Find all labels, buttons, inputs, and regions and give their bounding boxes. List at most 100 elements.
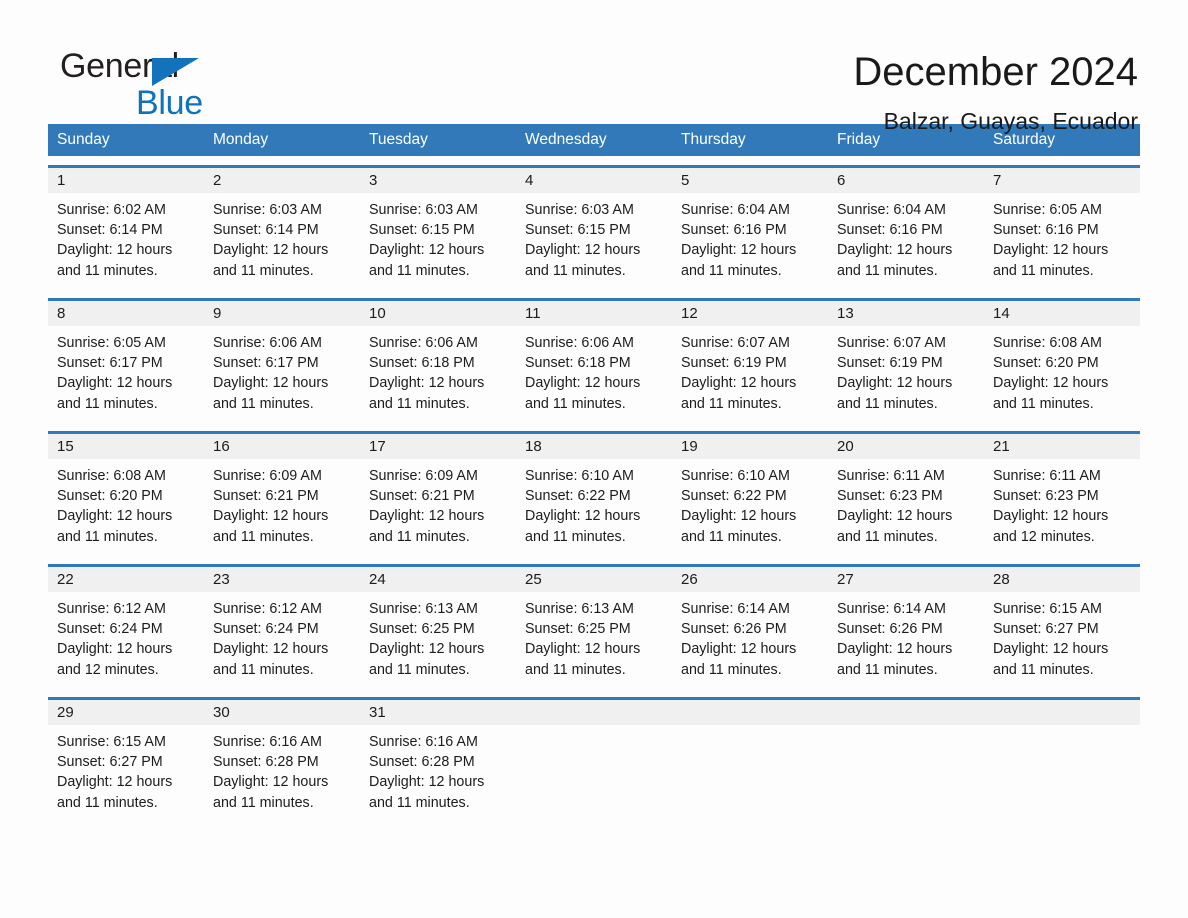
day-details: Sunrise: 6:03 AM Sunset: 6:15 PM Dayligh… [360,193,516,281]
day-cell[interactable]: 24 Sunrise: 6:13 AM Sunset: 6:25 PM Dayl… [360,567,516,688]
day-number-band: 26 [672,567,828,592]
daylight-text-line2: and 11 minutes. [213,661,314,678]
day-cell[interactable]: 3 Sunrise: 6:03 AM Sunset: 6:15 PM Dayli… [360,168,516,289]
day-number-band: 14 [984,301,1140,326]
day-cell[interactable]: 26 Sunrise: 6:14 AM Sunset: 6:26 PM Dayl… [672,567,828,688]
day-cell-empty [828,700,984,821]
sunrise-text: Sunrise: 6:05 AM [57,335,166,351]
day-cell[interactable]: 10 Sunrise: 6:06 AM Sunset: 6:18 PM Dayl… [360,301,516,422]
day-details: Sunrise: 6:12 AM Sunset: 6:24 PM Dayligh… [48,592,204,680]
day-details: Sunrise: 6:10 AM Sunset: 6:22 PM Dayligh… [672,459,828,547]
day-cell[interactable]: 8 Sunrise: 6:05 AM Sunset: 6:17 PM Dayli… [48,301,204,422]
day-cell[interactable]: 12 Sunrise: 6:07 AM Sunset: 6:19 PM Dayl… [672,301,828,422]
day-cell[interactable]: 29 Sunrise: 6:15 AM Sunset: 6:27 PM Dayl… [48,700,204,821]
daylight-text-line1: Daylight: 12 hours [369,641,485,658]
day-number [672,704,681,721]
day-cell[interactable]: 6 Sunrise: 6:04 AM Sunset: 6:16 PM Dayli… [828,168,984,289]
day-cell[interactable]: 31 Sunrise: 6:16 AM Sunset: 6:28 PM Dayl… [360,700,516,821]
daylight-text-line1: Daylight: 12 hours [57,774,173,791]
day-number-band: 11 [516,301,672,326]
day-cell[interactable]: 27 Sunrise: 6:14 AM Sunset: 6:26 PM Dayl… [828,567,984,688]
day-cell[interactable]: 7 Sunrise: 6:05 AM Sunset: 6:16 PM Dayli… [984,168,1140,289]
generalblue-logo[interactable]: General Blue [57,46,257,124]
daylight-text-line2: and 11 minutes. [57,794,158,811]
day-cell[interactable]: 15 Sunrise: 6:08 AM Sunset: 6:20 PM Dayl… [48,434,204,555]
daylight-text-line2: and 11 minutes. [57,262,158,279]
day-cell[interactable]: 4 Sunrise: 6:03 AM Sunset: 6:15 PM Dayli… [516,168,672,289]
day-number-band: 29 [48,700,204,725]
daylight-text-line1: Daylight: 12 hours [525,508,641,525]
daylight-text-line2: and 11 minutes. [993,661,1094,678]
sunrise-text: Sunrise: 6:03 AM [369,202,478,218]
day-cell[interactable]: 22 Sunrise: 6:12 AM Sunset: 6:24 PM Dayl… [48,567,204,688]
day-cell[interactable]: 2 Sunrise: 6:03 AM Sunset: 6:14 PM Dayli… [204,168,360,289]
day-cell[interactable]: 25 Sunrise: 6:13 AM Sunset: 6:25 PM Dayl… [516,567,672,688]
sunset-text: Sunset: 6:14 PM [57,222,163,239]
day-cell[interactable]: 11 Sunrise: 6:06 AM Sunset: 6:18 PM Dayl… [516,301,672,422]
daylight-text-line1: Daylight: 12 hours [525,641,641,658]
day-cell[interactable]: 20 Sunrise: 6:11 AM Sunset: 6:23 PM Dayl… [828,434,984,555]
sunrise-text: Sunrise: 6:11 AM [993,468,1101,484]
day-cell[interactable]: 1 Sunrise: 6:02 AM Sunset: 6:14 PM Dayli… [48,168,204,289]
day-cell[interactable]: 14 Sunrise: 6:08 AM Sunset: 6:20 PM Dayl… [984,301,1140,422]
day-number-band: 27 [828,567,984,592]
sunset-text: Sunset: 6:17 PM [213,355,319,372]
daylight-text-line1: Daylight: 12 hours [993,242,1109,259]
day-number: 17 [369,438,386,455]
daylight-text-line2: and 11 minutes. [681,262,782,279]
daylight-text-line1: Daylight: 12 hours [213,508,329,525]
day-number-band: 2 [204,168,360,193]
sunrise-text: Sunrise: 6:07 AM [837,335,946,351]
day-number: 30 [213,704,230,721]
day-cell[interactable]: 5 Sunrise: 6:04 AM Sunset: 6:16 PM Dayli… [672,168,828,289]
day-details: Sunrise: 6:08 AM Sunset: 6:20 PM Dayligh… [984,326,1140,414]
day-cell[interactable]: 17 Sunrise: 6:09 AM Sunset: 6:21 PM Dayl… [360,434,516,555]
sunrise-text: Sunrise: 6:10 AM [525,468,634,484]
daylight-text-line1: Daylight: 12 hours [525,375,641,392]
day-number: 2 [213,172,222,189]
day-number-band: 5 [672,168,828,193]
day-number-band: 4 [516,168,672,193]
day-cell[interactable]: 30 Sunrise: 6:16 AM Sunset: 6:28 PM Dayl… [204,700,360,821]
day-cell[interactable]: 9 Sunrise: 6:06 AM Sunset: 6:17 PM Dayli… [204,301,360,422]
daylight-text-line1: Daylight: 12 hours [213,641,329,658]
day-cell[interactable]: 28 Sunrise: 6:15 AM Sunset: 6:27 PM Dayl… [984,567,1140,688]
day-cell[interactable]: 16 Sunrise: 6:09 AM Sunset: 6:21 PM Dayl… [204,434,360,555]
day-details: Sunrise: 6:09 AM Sunset: 6:21 PM Dayligh… [204,459,360,547]
day-cell[interactable]: 23 Sunrise: 6:12 AM Sunset: 6:24 PM Dayl… [204,567,360,688]
day-details: Sunrise: 6:13 AM Sunset: 6:25 PM Dayligh… [516,592,672,680]
daylight-text-line1: Daylight: 12 hours [993,375,1109,392]
daylight-text-line2: and 11 minutes. [369,661,470,678]
day-number: 25 [525,571,542,588]
daylight-text-line1: Daylight: 12 hours [837,375,953,392]
sunset-text: Sunset: 6:22 PM [525,488,631,505]
day-number-band: 31 [360,700,516,725]
sunrise-text: Sunrise: 6:06 AM [525,335,634,351]
day-cell[interactable]: 13 Sunrise: 6:07 AM Sunset: 6:19 PM Dayl… [828,301,984,422]
day-number: 12 [681,305,698,322]
daylight-text-line2: and 11 minutes. [525,661,626,678]
day-details: Sunrise: 6:04 AM Sunset: 6:16 PM Dayligh… [828,193,984,281]
sunset-text: Sunset: 6:22 PM [681,488,787,505]
day-number: 16 [213,438,230,455]
day-number-band: 19 [672,434,828,459]
sunrise-text: Sunrise: 6:16 AM [213,734,322,750]
sunset-text: Sunset: 6:25 PM [525,621,631,638]
day-cell[interactable]: 18 Sunrise: 6:10 AM Sunset: 6:22 PM Dayl… [516,434,672,555]
daylight-text-line1: Daylight: 12 hours [837,508,953,525]
daylight-text-line2: and 12 minutes. [993,528,1095,545]
sunset-text: Sunset: 6:16 PM [837,222,943,239]
daylight-text-line2: and 11 minutes. [213,395,314,412]
day-cell[interactable]: 21 Sunrise: 6:11 AM Sunset: 6:23 PM Dayl… [984,434,1140,555]
day-cell[interactable]: 19 Sunrise: 6:10 AM Sunset: 6:22 PM Dayl… [672,434,828,555]
sunset-text: Sunset: 6:26 PM [681,621,787,638]
day-number-band [516,700,672,725]
sunset-text: Sunset: 6:28 PM [213,754,319,771]
day-number-band: 1 [48,168,204,193]
daylight-text-line1: Daylight: 12 hours [57,508,173,525]
weekday-header-wednesday: Wednesday [525,131,607,148]
day-details: Sunrise: 6:06 AM Sunset: 6:18 PM Dayligh… [516,326,672,414]
weekday-header-tuesday: Tuesday [369,131,428,148]
sunset-text: Sunset: 6:20 PM [993,355,1099,372]
day-number: 22 [57,571,74,588]
